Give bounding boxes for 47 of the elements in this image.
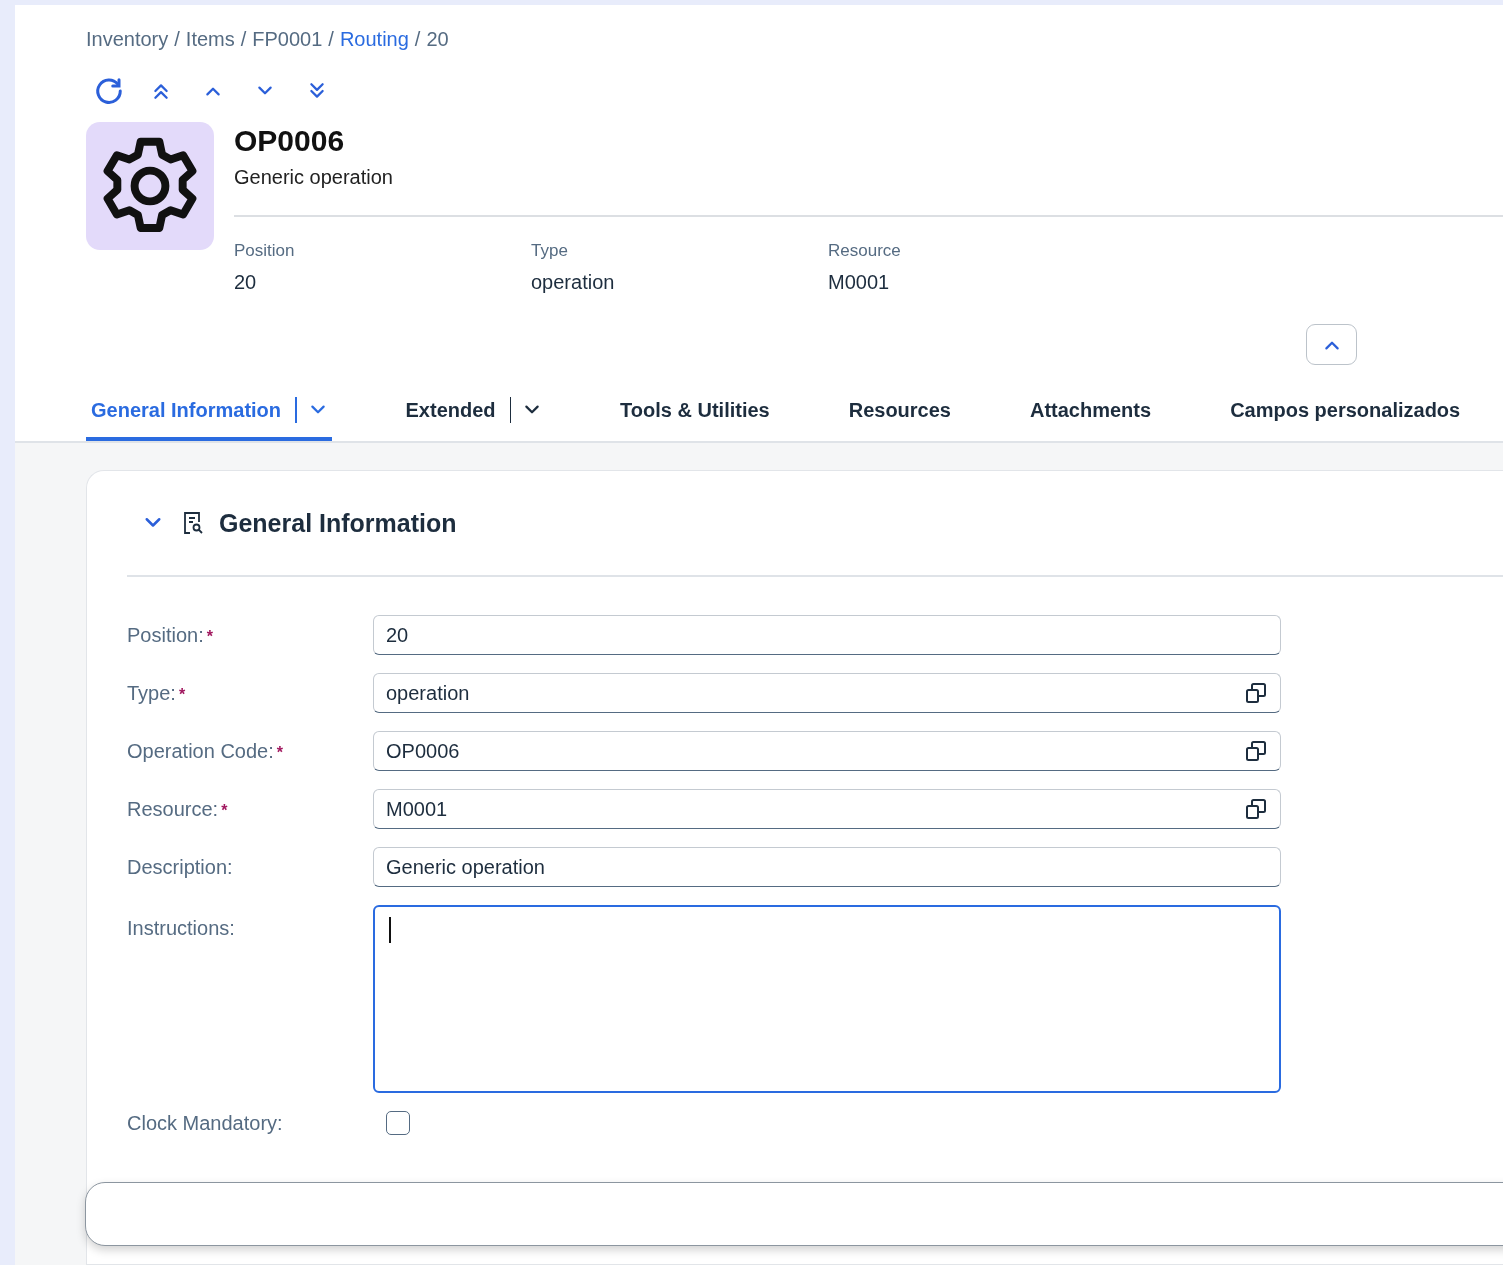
object-subtitle: Generic operation [234,166,394,189]
field-label: Instructions: [127,916,236,940]
required-mark: * [178,685,186,704]
breadcrumb-separator: / [328,27,334,51]
field-label: Clock Mandatory: [127,1111,284,1135]
breadcrumb-separator: / [240,27,247,51]
attribute-label: Position [234,241,296,261]
value-help-icon[interactable] [1244,739,1268,763]
field-label: Position: [127,623,204,647]
attribute-label: Type [531,241,569,261]
document-search-icon [181,510,205,536]
object-title: OP0006 [234,124,346,158]
breadcrumb-item[interactable]: Inventory [86,27,169,51]
breadcrumb-separator: / [174,27,180,51]
checkbox[interactable] [386,1111,410,1135]
attribute-value: M0001 [828,271,891,294]
field-label: Operation Code: [127,739,274,763]
input-field[interactable]: Generic operation [373,847,1281,887]
breadcrumb-item[interactable]: FP0001 [252,27,323,51]
input-field[interactable]: M0001 [373,789,1281,829]
input-field[interactable]: OP0006 [373,731,1281,771]
attribute-label: Resource [828,241,902,261]
required-mark: * [206,627,213,646]
tab[interactable]: Campos personalizados [1225,389,1466,441]
refresh-icon[interactable] [94,76,124,106]
text-area[interactable] [373,905,1281,1093]
value-help-icon[interactable] [1244,681,1268,705]
tab[interactable]: Resources [843,389,956,441]
tab[interactable]: Tools & Utilities [615,389,775,441]
section-title: General Information [219,508,457,538]
breadcrumb-current: 20 [426,27,449,51]
breadcrumb-separator: / [414,27,421,51]
breadcrumb-item[interactable]: Items [185,27,235,51]
required-mark: * [221,801,228,820]
value-help-icon[interactable] [1244,797,1268,821]
tab[interactable]: General Information [86,389,332,441]
input-field[interactable]: operation [373,673,1281,713]
field-label: Description: [127,855,234,879]
input-field[interactable]: 20 [373,615,1281,655]
attribute-value: operation [531,271,616,294]
breadcrumb-link[interactable]: Routing [339,27,409,51]
field-label: Type: [127,681,176,705]
field-label: Resource: [127,797,219,821]
attribute-value: 20 [234,271,258,294]
required-mark: * [276,743,283,762]
tab[interactable]: Attachments [1025,389,1157,441]
tab[interactable]: Extended [400,389,547,441]
